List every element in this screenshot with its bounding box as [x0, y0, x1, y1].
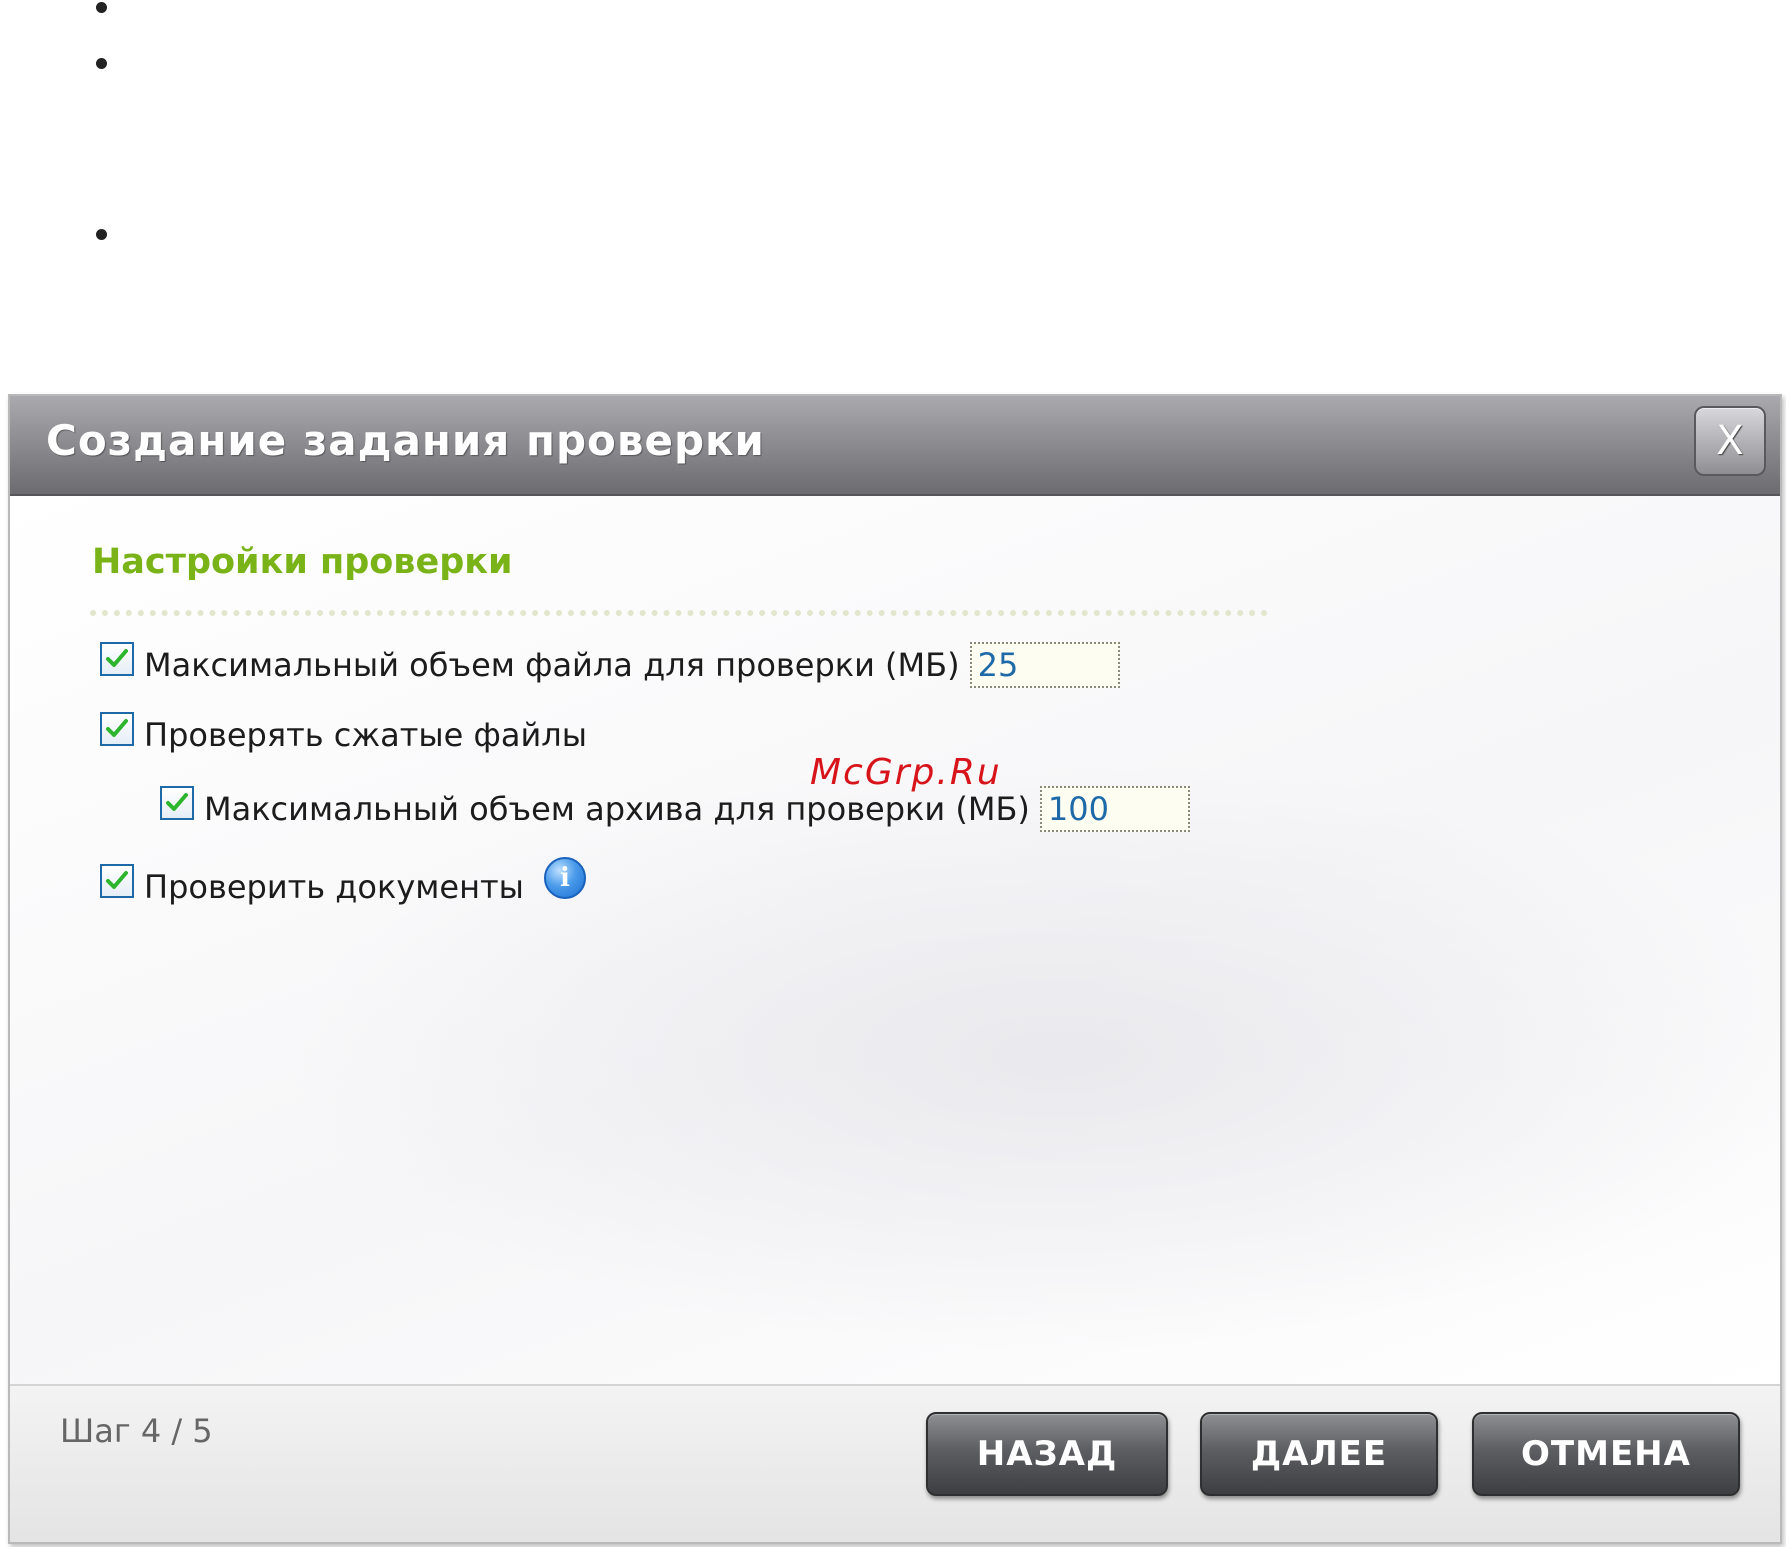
check-icon [106, 719, 128, 737]
scan-task-dialog: Создание задания проверки X Настройки пр… [8, 394, 1782, 1544]
check-icon [106, 649, 128, 667]
list-bullet [96, 229, 107, 240]
dialog-titlebar: Создание задания проверки X [10, 396, 1780, 496]
info-icon[interactable]: i [543, 857, 586, 899]
back-button[interactable]: НАЗАД [926, 1412, 1168, 1496]
option-max-file-size: Максимальный объем файла для проверки (М… [100, 642, 1120, 688]
next-button[interactable]: ДАЛЕЕ [1200, 1412, 1438, 1496]
section-title: Настройки проверки [92, 542, 513, 582]
option-scan-compressed: Проверять сжатые файлы [100, 712, 588, 754]
close-icon: X [1716, 418, 1744, 464]
dialog-title: Создание задания проверки [46, 416, 765, 465]
watermark: McGrp.Ru [810, 752, 1002, 793]
check-icon [166, 793, 188, 811]
max-file-size-checkbox[interactable] [100, 642, 134, 676]
scan-compressed-label: Проверять сжатые файлы [144, 716, 588, 754]
dialog-footer: Шаг 4 / 5 НАЗАД ДАЛЕЕ ОТМЕНА [10, 1384, 1780, 1542]
max-archive-size-label: Максимальный объем архива для проверки (… [204, 790, 1030, 828]
list-bullet [96, 2, 107, 13]
list-bullet [96, 58, 107, 69]
check-icon [106, 871, 128, 889]
max-archive-size-input[interactable] [1039, 786, 1190, 832]
max-file-size-input[interactable] [969, 642, 1120, 688]
step-indicator: Шаг 4 / 5 [60, 1412, 213, 1450]
scan-documents-checkbox[interactable] [100, 864, 134, 898]
dialog-content: Настройки проверки Максимальный объем фа… [10, 496, 1780, 1384]
scan-compressed-checkbox[interactable] [100, 712, 134, 746]
option-scan-documents: Проверить документы i [100, 857, 586, 906]
option-max-archive-size: Максимальный объем архива для проверки (… [160, 786, 1190, 832]
cancel-button[interactable]: ОТМЕНА [1472, 1412, 1740, 1496]
close-button[interactable]: X [1694, 406, 1766, 476]
scan-documents-label: Проверить документы [144, 868, 524, 906]
max-file-size-label: Максимальный объем файла для проверки (М… [144, 646, 960, 684]
section-divider [90, 610, 1268, 616]
max-archive-size-checkbox[interactable] [160, 786, 194, 820]
